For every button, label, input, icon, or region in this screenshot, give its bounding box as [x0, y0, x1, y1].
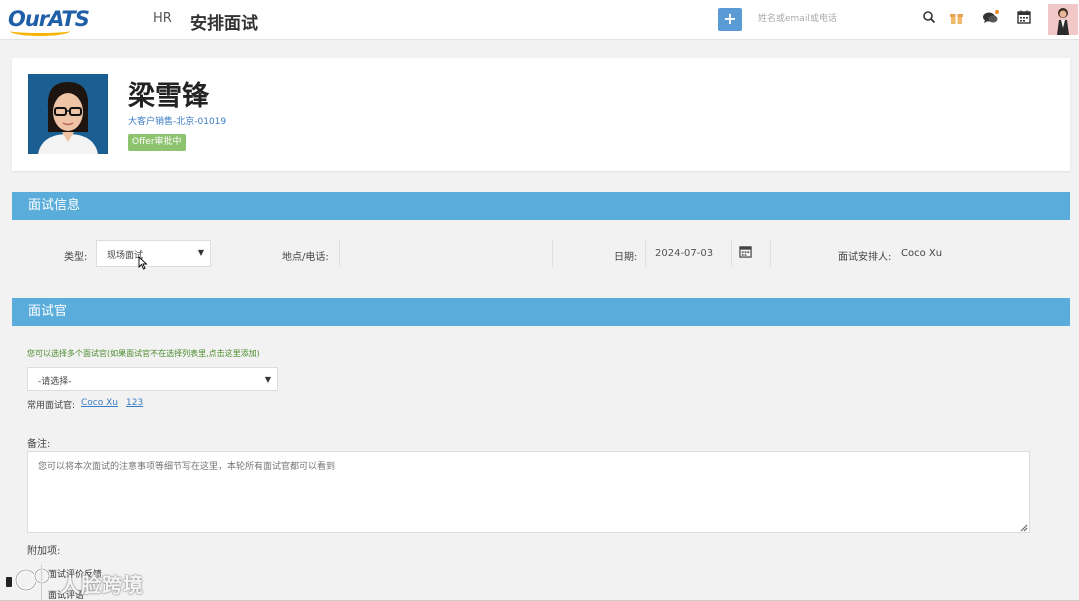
logo-swoosh-icon: [10, 26, 70, 36]
date-value: 2024-07-03: [655, 248, 714, 259]
type-select[interactable]: 现场面试 ▼: [96, 240, 211, 267]
search-icon[interactable]: [919, 10, 939, 30]
arranger-label: 面试安排人:: [838, 252, 892, 263]
watermark-text: 人脸跨境: [60, 573, 144, 597]
resize-grip-icon[interactable]: [1019, 523, 1028, 532]
divider: [770, 240, 771, 267]
location-input[interactable]: [340, 240, 552, 267]
common-interviewers-label: 常用面试官:: [27, 401, 76, 411]
common-interviewer-link[interactable]: Coco Xu: [81, 398, 118, 408]
watermark: 人脸跨境: [6, 565, 146, 597]
date-label: 日期:: [614, 252, 638, 263]
add-button[interactable]: +: [718, 8, 742, 31]
remark-textarea[interactable]: [27, 451, 1030, 533]
interviewer-select[interactable]: -请选择- ▼: [27, 367, 278, 391]
add-interviewer-hint-link[interactable]: 您可以选择多个面试官(如果面试官不在选择列表里,点击这里添加): [27, 348, 260, 359]
ourats-logo[interactable]: OurATS: [8, 6, 90, 36]
candidate-name: 梁雪锋: [128, 81, 209, 112]
arranger-value: Coco Xu: [901, 248, 943, 259]
nav-hr[interactable]: HR: [153, 11, 172, 26]
page-title: 安排面试: [190, 14, 258, 34]
candidate-photo: [28, 74, 108, 154]
status-badge: Offer审批中: [128, 134, 186, 151]
type-label: 类型:: [64, 252, 88, 263]
location-label: 地点/电话:: [282, 252, 329, 263]
calendar-icon[interactable]: [739, 245, 755, 261]
section-interviewers: 面试官: [12, 298, 1070, 326]
candidate-card: 梁雪锋 大客户销售-北京-01019 Offer审批中: [12, 58, 1070, 171]
watermark-logo-icon: [6, 567, 51, 592]
calendar-icon[interactable]: [1014, 10, 1034, 30]
chat-icon[interactable]: [981, 10, 1001, 30]
remark-label: 备注:: [27, 439, 51, 450]
candidate-job-link[interactable]: 大客户销售-北京-01019: [128, 114, 226, 127]
common-interviewer-link[interactable]: 123: [126, 398, 143, 408]
search-input[interactable]: [758, 9, 918, 29]
mouse-cursor-icon: [138, 256, 148, 270]
user-avatar[interactable]: [1048, 4, 1078, 35]
interviewer-select-value: -请选择-: [38, 377, 72, 387]
divider: [552, 240, 553, 267]
chevron-down-icon: ▼: [264, 375, 271, 384]
gift-icon[interactable]: [946, 10, 966, 30]
chevron-down-icon: ▼: [197, 248, 204, 257]
attachments-label: 附加项:: [27, 546, 61, 557]
section-interview-info: 面试信息: [12, 192, 1070, 220]
top-bar: OurATS HR 安排面试 +: [0, 0, 1079, 40]
